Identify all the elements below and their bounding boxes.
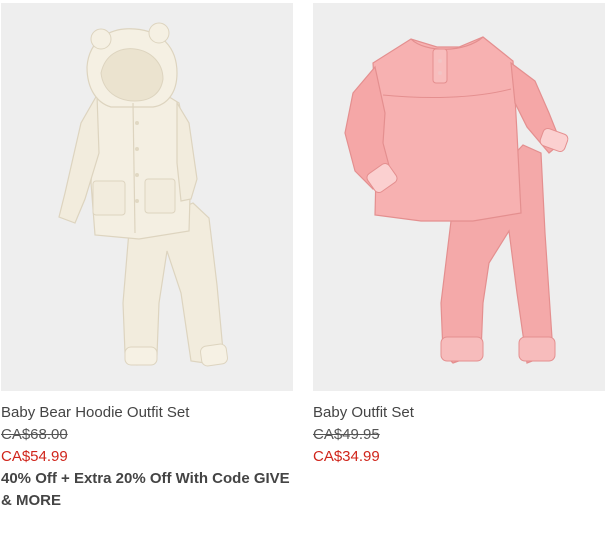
- product-name[interactable]: Baby Bear Hoodie Outfit Set: [1, 402, 293, 424]
- original-price: CA$68.00: [1, 426, 68, 443]
- product-image-bear-hoodie[interactable]: [1, 3, 293, 391]
- product-card-baby-outfit[interactable]: Baby Outfit Set CA$49.95 CA$34.99: [313, 3, 605, 468]
- product-name[interactable]: Baby Outfit Set: [313, 402, 605, 424]
- sale-price: CA$54.99: [1, 448, 68, 465]
- sale-price: CA$34.99: [313, 448, 380, 465]
- original-price: CA$49.95: [313, 426, 380, 443]
- promo-text: 40% Off + Extra 20% Off With Code GIVE &…: [1, 470, 290, 509]
- pink-outfit-image: [344, 36, 569, 364]
- product-card-bear-hoodie[interactable]: Baby Bear Hoodie Outfit Set CA$68.00 CA$…: [1, 3, 293, 512]
- product-image-baby-outfit[interactable]: [313, 3, 605, 391]
- bear-hoodie-outfit-image: [58, 22, 228, 367]
- product-info-baby-outfit: Baby Outfit Set CA$49.95 CA$34.99: [313, 391, 605, 468]
- product-info-bear-hoodie: Baby Bear Hoodie Outfit Set CA$68.00 CA$…: [1, 391, 293, 512]
